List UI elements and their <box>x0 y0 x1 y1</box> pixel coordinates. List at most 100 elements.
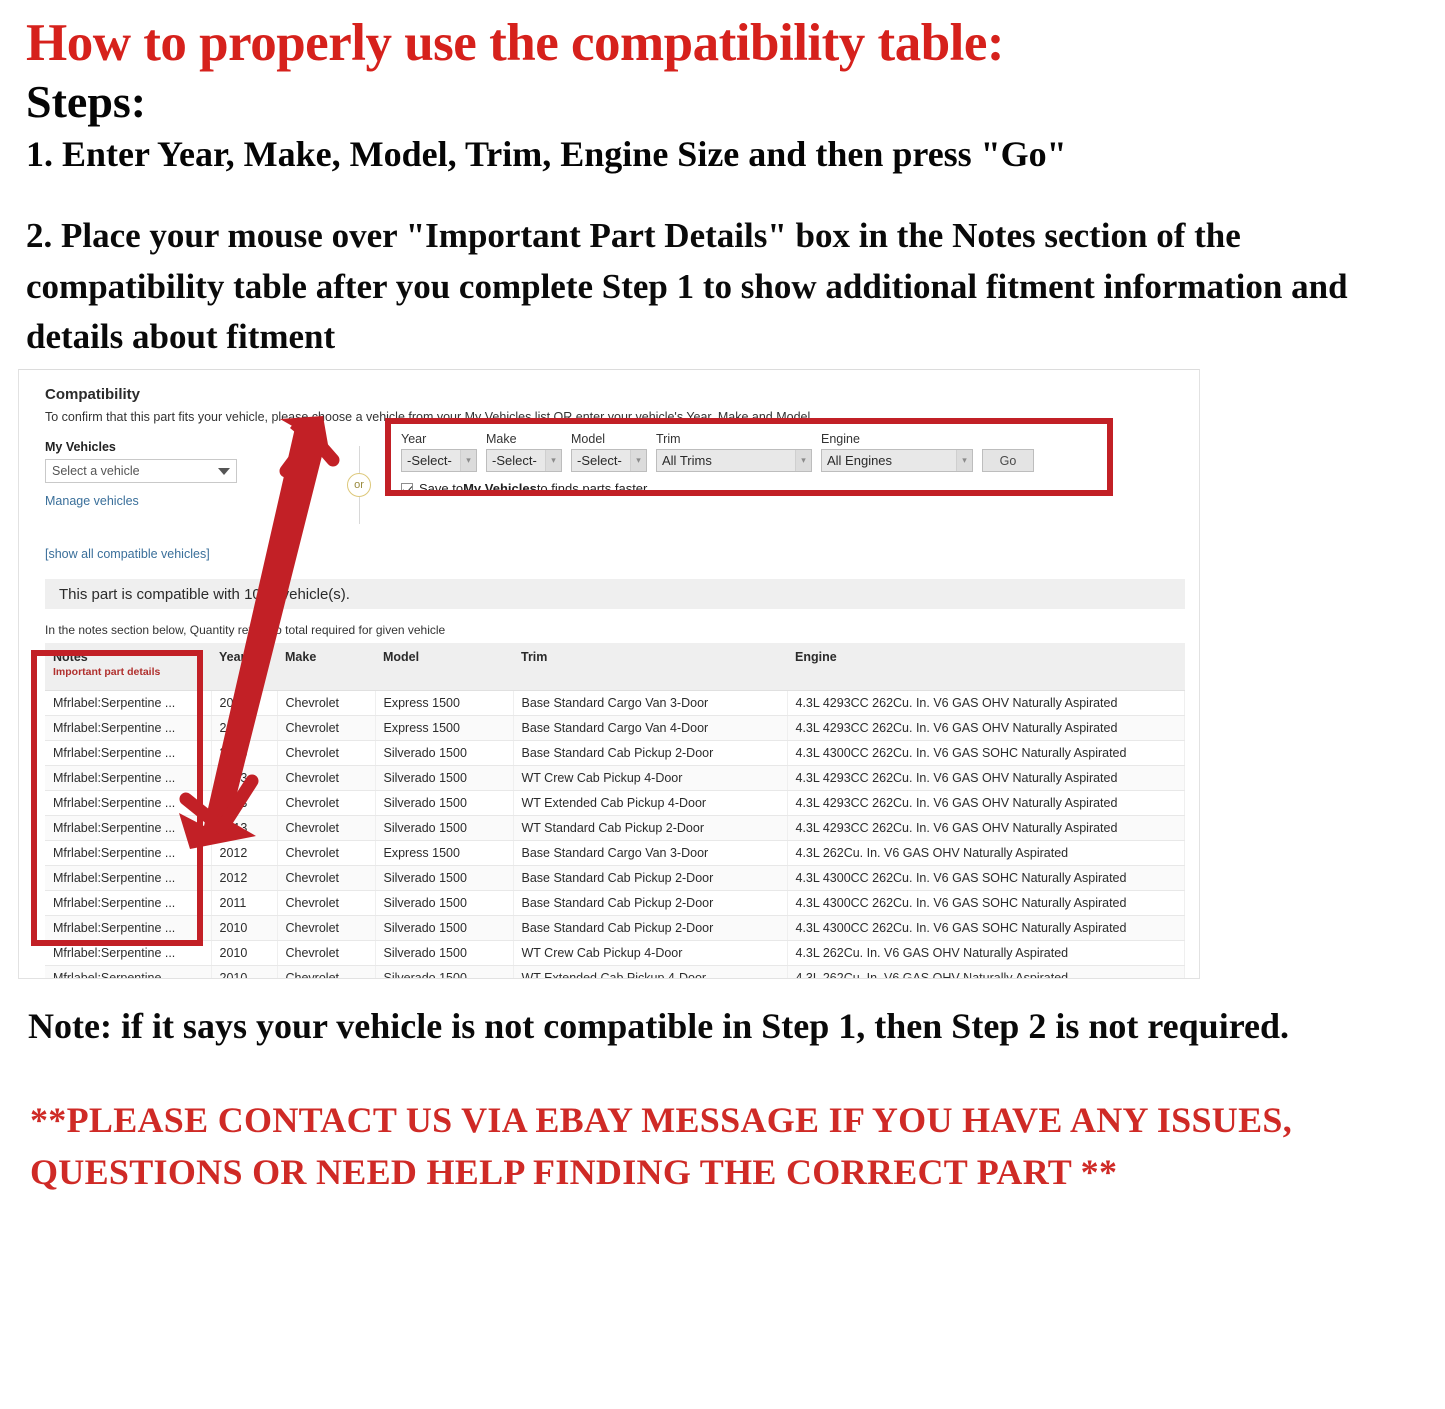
table-row[interactable]: Mfrlabel:Serpentine ... 2012 Chevrolet Silv… <box>45 865 1185 892</box>
trim-field: Trim All Trims ▾ <box>656 432 812 473</box>
cell-notes: Mfrlabel:Serpentine ... <box>45 690 212 717</box>
cell-model: Silverado 1500 <box>375 740 514 767</box>
cell-trim: Base Standard Cargo Van 3-Door <box>513 690 788 717</box>
manage-vehicles-link[interactable]: Manage vehicles <box>45 494 139 508</box>
column-header-notes: Notes Important part details <box>45 643 211 692</box>
table-row[interactable]: Mfrlabel:Serpentine ... 2013 Chevrolet Silv… <box>45 815 1185 842</box>
make-select[interactable]: -Select- ▾ <box>486 449 562 473</box>
compatibility-table: Notes Important part details Year Make M… <box>45 643 1185 979</box>
table-row[interactable]: Mfrlabel:Serpentine ... 2013 Chevrolet Expr… <box>45 715 1185 742</box>
cell-make: Chevrolet <box>277 715 376 742</box>
trim-label: Trim <box>656 432 681 447</box>
show-all-compatible-vehicles-link[interactable]: [show all compatible vehicles] <box>45 547 210 561</box>
go-button[interactable]: Go <box>982 449 1034 473</box>
table-row[interactable]: Mfrlabel:Serpentine ... 2010 Chevrolet Silv… <box>45 940 1185 967</box>
table-row[interactable]: Mfrlabel:Serpentine ... 2011 Chevrolet Silv… <box>45 890 1185 917</box>
cell-make: Chevrolet <box>277 740 376 767</box>
cell-notes: Mfrlabel:Serpentine ... <box>45 915 212 942</box>
cell-make: Chevrolet <box>277 815 376 842</box>
cell-engine: 4.3L 262Cu. In. V6 GAS OHV Naturally Asp… <box>787 940 1185 967</box>
step-2-text: 2. Place your mouse over "Important Part… <box>26 215 1348 357</box>
save-prefix: Save to <box>419 481 464 497</box>
model-field: Model -Select- ▾ <box>571 432 647 473</box>
year-field: Year -Select- ▾ <box>401 432 477 473</box>
table-header-row: Notes Important part details Year Make M… <box>45 643 1185 692</box>
year-select-value: -Select- <box>407 453 452 469</box>
compatibility-subtitle: To confirm that this part fits your vehi… <box>45 410 814 425</box>
make-field: Make -Select- ▾ <box>486 432 562 473</box>
cell-year: 2013 <box>211 715 278 742</box>
cell-notes: Mfrlabel:Serpentine ... <box>45 865 212 892</box>
table-row[interactable]: Mfrlabel:Serpentine ... 2010 Chevrolet Silv… <box>45 915 1185 942</box>
cell-year: 2010 <box>211 940 278 967</box>
table-row[interactable]: Mfrlabel:Serpentine ... 2013 Chevrolet Silv… <box>45 790 1185 817</box>
cell-engine: 4.3L 4293CC 262Cu. In. V6 GAS OHV Natura… <box>787 790 1185 817</box>
compatible-count-banner: This part is compatible with 1000 vehicl… <box>45 579 1185 610</box>
make-select-value: -Select- <box>492 453 537 469</box>
chevron-down-icon: ▾ <box>460 450 476 472</box>
chevron-down-icon: ▾ <box>630 450 646 472</box>
trim-select-value: All Trims <box>662 453 712 469</box>
save-to-my-vehicles-row[interactable]: Save to My Vehicles to finds parts faste… <box>401 481 1091 496</box>
cell-model: Express 1500 <box>375 715 514 742</box>
instructions-header: How to properly use the compatibility ta… <box>0 16 1445 363</box>
cell-trim: Base Standard Cab Pickup 2-Door <box>513 865 788 892</box>
compatibility-panel: Compatibility To confirm that this part … <box>18 369 1200 980</box>
cell-make: Chevrolet <box>277 765 376 792</box>
table-row[interactable]: Mfrlabel:Serpentine ... 2013 Chevrolet Expr… <box>45 690 1185 717</box>
cell-year: 2013 <box>211 765 278 792</box>
contact-text: **PLEASE CONTACT US VIA EBAY MESSAGE IF … <box>30 1100 1293 1193</box>
cell-year: 2013 <box>211 790 278 817</box>
cell-notes: Mfrlabel:Serpentine ... <box>45 890 212 917</box>
table-row[interactable]: Mfrlabel:Serpentine ... 2013 Chevrolet Silv… <box>45 765 1185 792</box>
cell-model: Silverado 1500 <box>375 915 514 942</box>
cell-engine: 4.3L 262Cu. In. V6 GAS OHV Naturally Asp… <box>787 965 1185 979</box>
table-row[interactable]: Mfrlabel:Serpentine ... 2010 Chevrolet Silv… <box>45 965 1185 979</box>
cell-model: Silverado 1500 <box>375 940 514 967</box>
cell-notes: Mfrlabel:Serpentine ... <box>45 740 212 767</box>
cell-make: Chevrolet <box>277 790 376 817</box>
cell-year: 2013 <box>211 690 278 717</box>
cell-trim: WT Extended Cab Pickup 4-Door <box>513 965 788 979</box>
note-text: Note: if it says your vehicle is not com… <box>28 1006 1290 1047</box>
chevron-down-icon <box>218 467 230 475</box>
table-body: Mfrlabel:Serpentine ... 2013 Chevrolet Expr… <box>45 690 1185 979</box>
cell-notes: Mfrlabel:Serpentine ... <box>45 815 212 842</box>
page-title: How to properly use the compatibility ta… <box>26 14 1005 72</box>
cell-trim: Base Standard Cargo Van 3-Door <box>513 840 788 867</box>
cell-trim: WT Crew Cab Pickup 4-Door <box>513 940 788 967</box>
cell-trim: Base Standard Cab Pickup 2-Door <box>513 740 788 767</box>
table-row[interactable]: Mfrlabel:Serpentine ... 2012 Chevrolet Expr… <box>45 840 1185 867</box>
save-checkbox[interactable] <box>401 482 413 495</box>
model-select[interactable]: -Select- ▾ <box>571 449 647 473</box>
cell-notes: Mfrlabel:Serpentine ... <box>45 715 212 742</box>
column-header-make: Make <box>277 643 375 692</box>
column-header-year: Year <box>211 643 277 692</box>
step-1-text: 1. Enter Year, Make, Model, Trim, Engine… <box>26 134 1067 175</box>
cell-year: 2011 <box>211 890 278 917</box>
compatibility-heading: Compatibility <box>45 386 141 404</box>
trim-select[interactable]: All Trims ▾ <box>656 449 812 473</box>
cell-engine: 4.3L 262Cu. In. V6 GAS OHV Naturally Asp… <box>787 840 1185 867</box>
column-header-model: Model <box>375 643 513 692</box>
cell-trim: Base Standard Cab Pickup 2-Door <box>513 915 788 942</box>
engine-select[interactable]: All Engines ▾ <box>821 449 973 473</box>
cell-notes: Mfrlabel:Serpentine ... <box>45 790 212 817</box>
important-part-details-label[interactable]: Important part details <box>53 666 205 678</box>
model-label: Model <box>571 432 606 447</box>
cell-year: 2010 <box>211 965 278 979</box>
or-line-top <box>358 446 360 474</box>
cell-make: Chevrolet <box>277 940 376 967</box>
my-vehicles-select[interactable]: Select a vehicle <box>45 459 237 484</box>
table-row[interactable]: Mfrlabel:Serpentine ... 2013 Chevrolet Silv… <box>45 740 1185 767</box>
column-header-notes-label: Notes <box>53 650 88 665</box>
cell-model: Silverado 1500 <box>375 890 514 917</box>
engine-label: Engine <box>821 432 860 447</box>
or-badge: or <box>347 473 371 498</box>
save-suffix: to finds parts faster <box>536 481 648 497</box>
column-header-trim: Trim <box>513 643 787 692</box>
cell-make: Chevrolet <box>277 915 376 942</box>
cell-year: 2013 <box>211 815 278 842</box>
cell-engine: 4.3L 4300CC 262Cu. In. V6 GAS SOHC Natur… <box>787 865 1185 892</box>
year-select[interactable]: -Select- ▾ <box>401 449 477 473</box>
